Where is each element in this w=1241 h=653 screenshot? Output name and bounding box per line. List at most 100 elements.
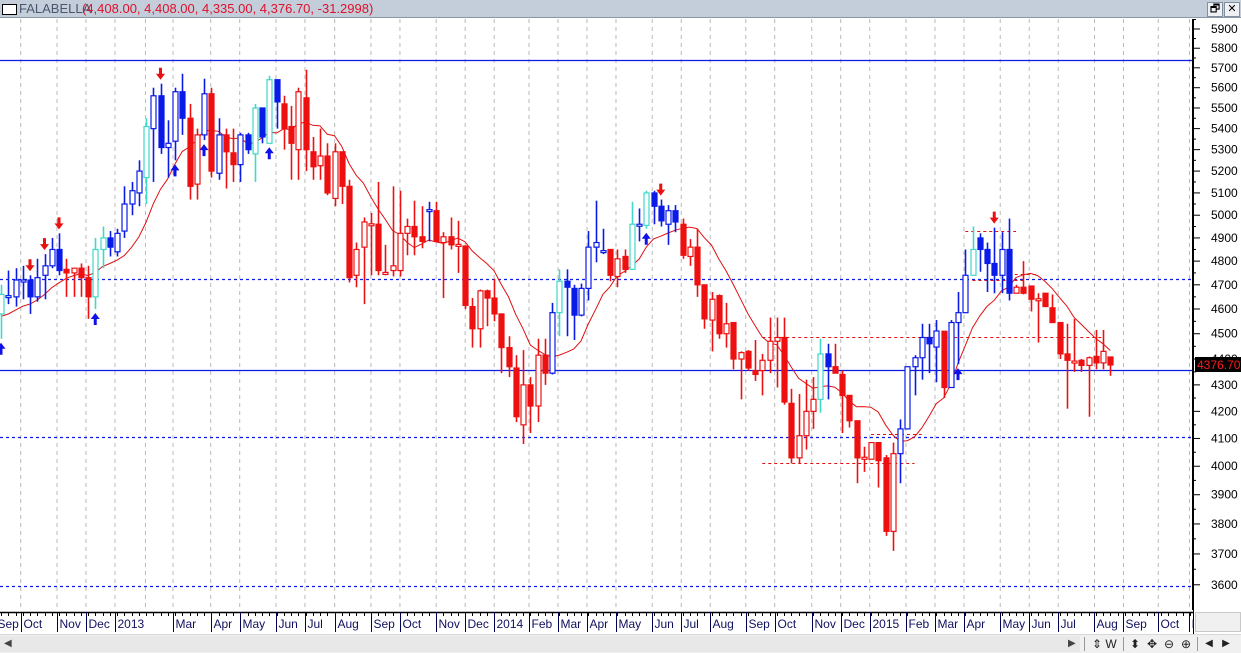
candle [5,270,12,305]
candle [991,227,998,294]
candle [194,128,201,200]
candle-body-up [738,352,745,360]
candle [375,181,382,276]
candle [266,75,273,144]
candle [817,338,824,413]
candle-body-down [245,134,252,151]
month-label: Feb [909,617,930,631]
candle [701,284,708,329]
candle [230,128,237,182]
price-tick-label: 5300 [1211,143,1238,157]
candle-body-up [143,125,150,179]
month-label: Sep [749,617,771,631]
sell-arrow-icon [989,211,999,224]
candle-body-up [129,190,136,205]
buy-arrow-icon [90,313,100,326]
candle [0,284,5,339]
month-label: Apr [214,617,233,631]
candle-body-up [600,250,607,254]
candle [709,292,716,352]
candle [832,343,839,374]
price-tick-label: 3900 [1211,488,1238,502]
month-label: Aug [713,617,734,631]
candle-body-up [150,95,157,130]
refresh-icon[interactable]: ⇕ [1090,635,1104,653]
price-tick-label: 5400 [1211,122,1238,136]
candle [20,265,27,300]
candle-body-up [455,243,462,247]
candle-body-up [71,267,78,274]
month-label: Dec [468,617,489,631]
candle [1042,292,1049,308]
buy-arrow-icon [199,144,209,157]
candle-body-up [636,223,643,227]
candle-body-up [5,295,12,299]
previous-icon[interactable]: ◀ [1202,635,1216,653]
candle-body-up [404,225,411,234]
candle-body-down [433,210,440,242]
price-tick-label: 5200 [1211,164,1238,178]
candle-body-down [788,402,795,459]
candle-body-up [172,91,179,142]
candle-body-up [817,353,824,400]
candle-body-up [970,248,977,276]
candle-body-up [13,279,20,298]
candle-body-down [288,125,295,144]
zoom-out-icon[interactable]: ⊖ [1162,635,1176,653]
candle [738,351,745,400]
candle-body-down [542,354,549,374]
zoom-in-icon[interactable]: ⊕ [1179,635,1193,653]
candle [890,442,897,551]
candle [723,302,730,348]
horizontal-scrollbar[interactable] [0,636,1080,652]
candle-body-up [332,151,339,200]
candle-body-up [1071,360,1078,364]
candle-body-up [1100,350,1107,364]
scroll-right-icon[interactable]: ▶ [1068,636,1076,652]
candle [977,233,984,272]
candle-body-down [223,134,230,153]
candle-body-up [266,79,273,144]
candle-body-up [1013,286,1020,294]
candlestick-chart[interactable]: 5900 5800 5700 5600 5500 5400 5300 5200 5100 5000… [0,0,1241,634]
next-icon[interactable]: ▶ [1219,635,1233,653]
candle-body-up [295,91,302,151]
candle [498,313,505,374]
candle-body-down [984,248,991,265]
weekly-button[interactable]: W [1104,635,1118,653]
candle [672,205,679,233]
month-label: Dec [89,617,110,631]
candle-body-down [324,155,331,194]
candle [636,208,643,242]
candle-body-up [709,298,716,321]
candle-body-up [361,221,368,248]
month-label: Dec [844,617,865,631]
candle-body-down [752,369,759,376]
candle-body-up [687,246,694,258]
candle [941,330,948,399]
scroll-left-icon[interactable]: ◀ [4,636,12,652]
candle [216,118,223,180]
candle [484,289,491,327]
vertical-scale-icon[interactable]: ⬍ [1128,635,1142,653]
buy-arrow-icon [170,164,180,177]
candle-body-up [390,265,397,272]
candle [27,275,34,314]
candle [984,242,991,293]
candle [201,78,208,141]
candle [172,87,179,161]
candle [694,228,701,297]
move-icon[interactable]: ✥ [1145,635,1159,653]
candle [49,237,56,269]
candle-body-down [419,236,426,242]
candle-body-up [549,312,556,374]
candle [796,394,803,464]
candle-body-up [723,323,730,335]
candle [295,87,302,180]
candle-body-up [556,280,563,314]
candle-body-up [121,203,128,232]
candle [100,226,107,269]
candle [861,446,868,472]
month-label: Aug [338,617,359,631]
candle-body-up [1086,357,1093,367]
